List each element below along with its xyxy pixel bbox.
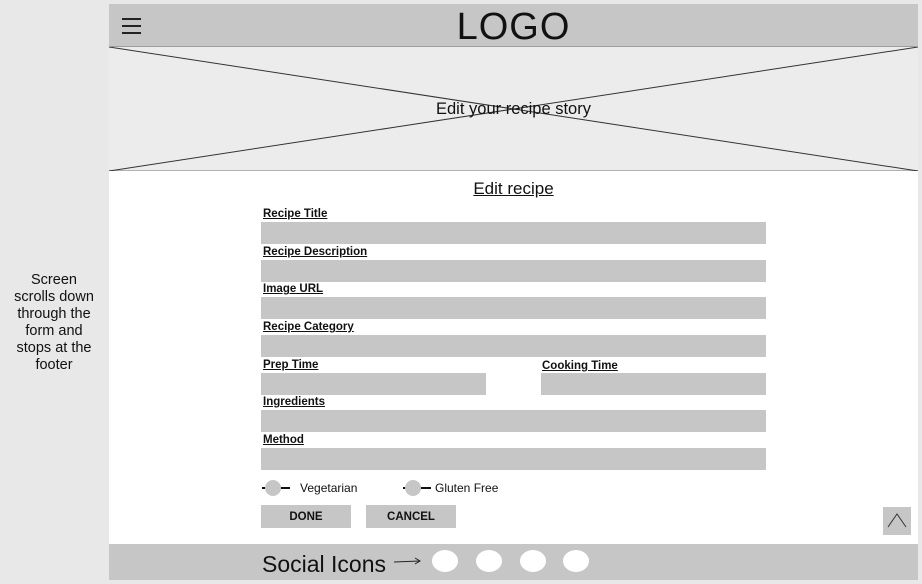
cooking-time-input[interactable]: [541, 373, 766, 395]
form-title: Edit recipe: [473, 179, 554, 198]
done-button[interactable]: DONE: [261, 505, 351, 528]
hero-banner: Edit your recipe story: [109, 47, 918, 171]
page-frame: LOGO Edit your recipe story Edit recipe …: [109, 4, 918, 580]
cancel-button[interactable]: CANCEL: [366, 505, 456, 528]
scroll-annotation: Screen scrolls down through the form and…: [6, 272, 102, 374]
social-icon[interactable]: [563, 550, 589, 572]
footer: Social Icons: [109, 544, 918, 580]
recipe-category-label: Recipe Category: [263, 321, 354, 333]
annotation-line: footer: [35, 357, 73, 373]
annotation-line: stops at the: [16, 340, 92, 356]
gluten-free-label: Gluten Free: [435, 481, 499, 495]
prep-time-label: Prep Time: [263, 359, 319, 371]
logo[interactable]: LOGO: [109, 6, 918, 48]
recipe-description-label: Recipe Description: [263, 246, 368, 258]
recipe-category-input[interactable]: [261, 335, 766, 357]
social-icon[interactable]: [432, 550, 458, 572]
header-bar: LOGO: [109, 4, 918, 48]
chevron-up-icon: [887, 513, 907, 528]
method-label: Method: [263, 434, 304, 446]
social-icon[interactable]: [520, 550, 546, 572]
social-icons-text: Social Icons: [262, 551, 387, 577]
scroll-to-top-button[interactable]: [883, 507, 911, 535]
toggle-knob: [405, 480, 421, 496]
annotation-line: scrolls down: [14, 289, 94, 305]
image-url-label: Image URL: [263, 283, 324, 295]
ingredients-input[interactable]: [261, 410, 766, 432]
prep-time-input[interactable]: [261, 373, 486, 395]
image-url-input[interactable]: [261, 297, 766, 319]
arrow-right-icon: [394, 557, 421, 565]
vegetarian-label: Vegetarian: [300, 481, 358, 495]
recipe-title-input[interactable]: [261, 222, 766, 244]
recipe-title-label: Recipe Title: [263, 208, 328, 220]
ingredients-label: Ingredients: [263, 396, 325, 408]
hero-text: Edit your recipe story: [436, 100, 591, 118]
gluten-free-toggle[interactable]: [403, 480, 433, 496]
recipe-description-input[interactable]: [261, 260, 766, 282]
annotation-line: Screen: [31, 272, 77, 288]
annotation-line: form and: [25, 323, 83, 339]
cooking-time-label: Cooking Time: [542, 360, 618, 372]
method-input[interactable]: [261, 448, 766, 470]
vegetarian-toggle[interactable]: [262, 480, 292, 496]
social-icon[interactable]: [476, 550, 502, 572]
toggle-knob: [265, 480, 281, 496]
annotation-line: through the: [17, 306, 91, 322]
